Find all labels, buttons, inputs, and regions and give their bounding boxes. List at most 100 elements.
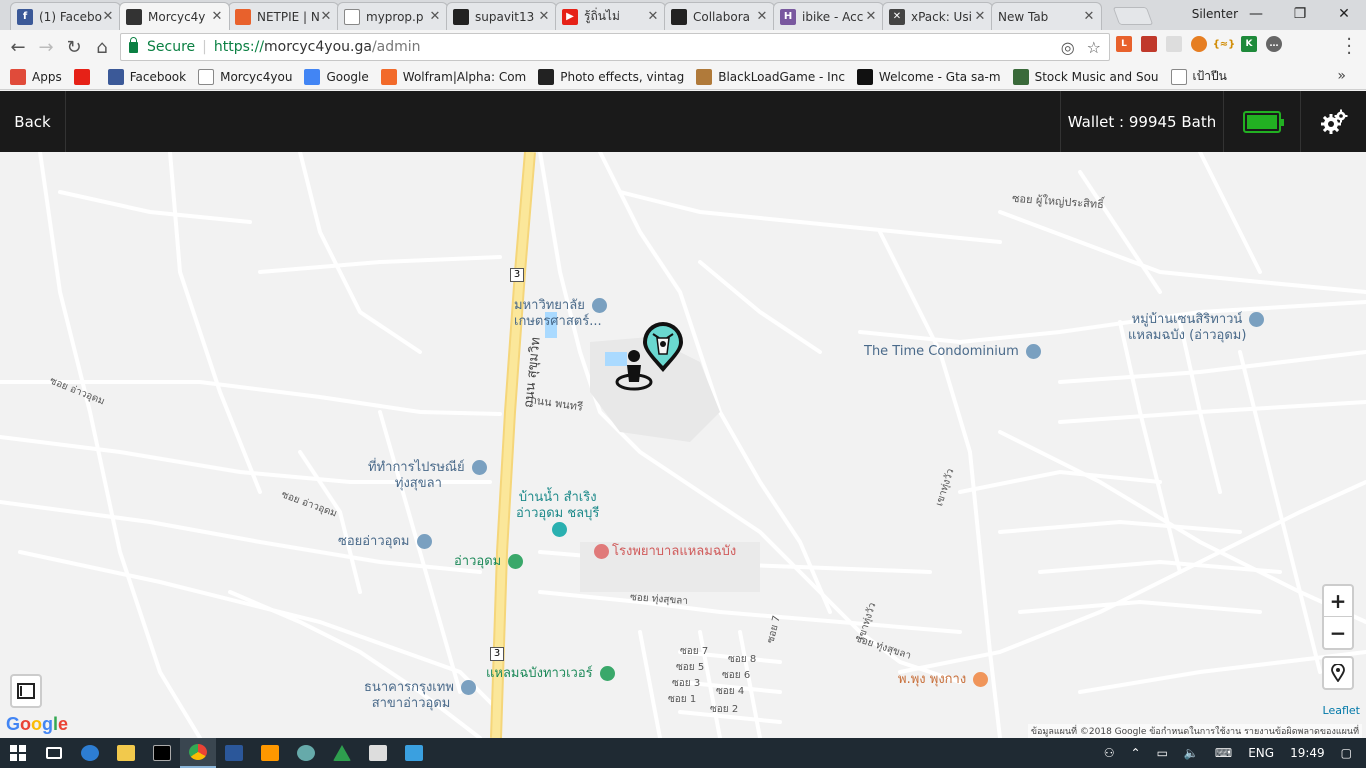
extension-icon-2[interactable] <box>1141 36 1157 52</box>
home-icon[interactable]: ⌂ <box>88 33 116 61</box>
close-window-button[interactable]: ✕ <box>1322 0 1366 28</box>
network-icon[interactable]: ▭ <box>1157 746 1168 760</box>
close-tab-icon[interactable]: ✕ <box>974 9 986 24</box>
poi-condominium[interactable]: The Time Condominium <box>864 344 1041 360</box>
zoom-out-button[interactable]: − <box>1324 617 1352 648</box>
close-tab-icon[interactable]: ✕ <box>1083 9 1095 24</box>
extension-icon-6[interactable]: K <box>1241 36 1257 52</box>
bookmark-item[interactable]: BlackLoadGame - Inc <box>696 68 845 85</box>
bookmark-star-icon[interactable]: ☆ <box>1087 38 1101 57</box>
close-tab-icon[interactable]: ✕ <box>102 9 114 24</box>
minimize-button[interactable]: — <box>1234 0 1278 28</box>
browser-tab[interactable]: Hibike - Acc ✕ <box>773 2 884 30</box>
close-tab-icon[interactable]: ✕ <box>320 9 332 24</box>
url-text[interactable]: https://morcyc4you.ga/admin <box>214 39 421 55</box>
browser-tab[interactable]: Morcyc4y ✕ <box>119 2 230 30</box>
reload-icon[interactable]: ↻ <box>60 33 88 61</box>
close-tab-icon[interactable]: ✕ <box>865 9 877 24</box>
chrome-icon[interactable] <box>180 738 216 768</box>
browser-menu-icon[interactable]: · · · <box>1346 31 1352 63</box>
forward-arrow-icon[interactable]: → <box>32 33 60 61</box>
more-bookmarks-icon[interactable]: » <box>1337 68 1346 84</box>
poi-hospital[interactable]: โรงพยาบาลแหลมฉบัง <box>594 544 736 560</box>
language-indicator[interactable]: ENG <box>1248 746 1274 760</box>
location-target-icon[interactable]: ◎ <box>1061 38 1075 57</box>
word-icon[interactable] <box>216 738 252 768</box>
cmd-icon[interactable] <box>144 738 180 768</box>
file-explorer-icon[interactable] <box>108 738 144 768</box>
extension-icon-7[interactable]: … <box>1266 36 1282 52</box>
browser-tab[interactable]: New Tab ✕ <box>991 2 1102 30</box>
back-arrow-icon[interactable]: ← <box>4 33 32 61</box>
motorcycle-marker-icon[interactable] <box>641 322 685 374</box>
new-tab-button[interactable] <box>1112 7 1154 25</box>
photos-icon[interactable] <box>360 738 396 768</box>
poi-clinic[interactable]: บ้านน้ำ สำเริง อ่าวอุดม ชลบุรี <box>516 490 599 538</box>
poi-bangkok-bank[interactable]: ธนาคารกรุงเทพ สาขาอ่าวอุดม <box>364 680 477 712</box>
apps-grid-icon <box>10 68 26 85</box>
zoom-in-button[interactable]: + <box>1324 586 1352 617</box>
battery-icon <box>1243 110 1284 133</box>
bookmark-item[interactable] <box>73 68 96 85</box>
bookmark-item[interactable]: เป้าปีน <box>1170 67 1227 86</box>
people-icon[interactable]: ⚇ <box>1104 746 1115 760</box>
app-icon[interactable] <box>396 738 432 768</box>
place-icon <box>416 534 432 549</box>
browser-tab[interactable]: supavit13 ✕ <box>446 2 557 30</box>
back-button[interactable]: Back <box>0 91 66 152</box>
maximize-button[interactable]: ❐ <box>1278 0 1322 28</box>
map-view[interactable]: ถนน สุขุมวิท ถนน พนทรี ซอย ผู้ใหญ่ประสิท… <box>0 152 1366 738</box>
poi-post-office[interactable]: ที่ทำการไปรษณีย์ ทุ่งสุขลา <box>368 460 487 492</box>
close-tab-icon[interactable]: ✕ <box>647 9 659 24</box>
clock[interactable]: 19:49 <box>1290 746 1325 760</box>
address-bar[interactable]: Secure | https://morcyc4you.ga/admin ◎ ☆ <box>120 33 1110 61</box>
browser-tab[interactable]: myprop.p ✕ <box>337 2 448 30</box>
browser-tab[interactable]: Collabora ✕ <box>664 2 775 30</box>
keyboard-icon[interactable]: ⌨ <box>1215 746 1232 760</box>
volume-icon[interactable]: 🔈 <box>1184 746 1199 760</box>
extension-icon-3[interactable] <box>1166 36 1182 52</box>
bookmark-item[interactable]: Morcyc4you <box>198 68 292 85</box>
extension-icon-5[interactable]: {≈} <box>1213 36 1235 52</box>
extension-icon-4[interactable] <box>1191 36 1207 52</box>
chevron-up-icon[interactable]: ⌃ <box>1131 746 1141 760</box>
notifications-icon[interactable]: ▢ <box>1341 746 1352 760</box>
map-layer-button[interactable] <box>10 674 42 708</box>
bookmark-item[interactable]: Photo effects, vintag <box>538 68 684 85</box>
poi-soi-ao-udom[interactable]: ซอยอ่าวอุดม <box>338 534 432 550</box>
browser-tab[interactable]: ▶ รู้ถิ่นไม่ ✕ <box>555 2 666 30</box>
settings-button[interactable] <box>1301 91 1366 152</box>
poi-university[interactable]: มหาวิทยาลัย เกษตรศาสตร์... <box>514 298 607 330</box>
bookmark-item[interactable]: Stock Music and Sou <box>1012 68 1159 85</box>
facebook-icon: f <box>17 8 33 25</box>
close-tab-icon[interactable]: ✕ <box>538 9 550 24</box>
secure-indicator[interactable]: Secure <box>129 36 195 55</box>
map-attribution[interactable]: ข้อมูลแผนที่ ©2018 Google ข้อกำหนดในการใ… <box>1027 724 1362 738</box>
leaflet-link[interactable]: Leaflet <box>1323 704 1360 717</box>
bookmark-item[interactable]: Google <box>304 68 369 85</box>
poi-laem-chabang-tower[interactable]: แหลมฉบังทาวเวอร์ <box>486 666 615 682</box>
poi-ao-udom[interactable]: อ่าวอุดม <box>454 554 524 570</box>
bookmark-item[interactable]: Wolfram|Alpha: Com <box>380 68 526 85</box>
close-tab-icon[interactable]: ✕ <box>211 9 223 24</box>
bookmark-item[interactable]: Facebook <box>107 68 186 85</box>
bookmark-item[interactable]: Apps <box>10 68 62 85</box>
app-icon[interactable] <box>324 738 360 768</box>
poi-restaurant[interactable]: พ.พุง พุงกาง <box>898 672 989 688</box>
task-view-icon[interactable] <box>36 738 72 768</box>
profile-name[interactable]: Silenter <box>1192 7 1238 21</box>
close-tab-icon[interactable]: ✕ <box>429 9 441 24</box>
close-tab-icon[interactable]: ✕ <box>756 9 768 24</box>
browser-tab-strip: f (1) Facebo ✕ Morcyc4y ✕ NETPIE | N ✕ myprop.p… <box>0 0 1366 30</box>
locate-button[interactable] <box>1322 656 1354 690</box>
browser-tab[interactable]: ✕ xPack: Usi ✕ <box>882 2 993 30</box>
bookmark-item[interactable]: Welcome - Gta sa-m <box>856 68 1001 85</box>
edge-icon[interactable] <box>72 738 108 768</box>
extension-icon-1[interactable]: L <box>1116 36 1132 52</box>
app-icon[interactable] <box>288 738 324 768</box>
sublime-icon[interactable] <box>252 738 288 768</box>
browser-tab[interactable]: NETPIE | N ✕ <box>228 2 339 30</box>
poi-village[interactable]: หมู่บ้านเซนสิริทาวน์ แหลมฉบัง (อ่าวอุดม) <box>1128 312 1265 344</box>
browser-tab[interactable]: f (1) Facebo ✕ <box>10 2 121 30</box>
windows-start-icon[interactable] <box>0 738 36 768</box>
